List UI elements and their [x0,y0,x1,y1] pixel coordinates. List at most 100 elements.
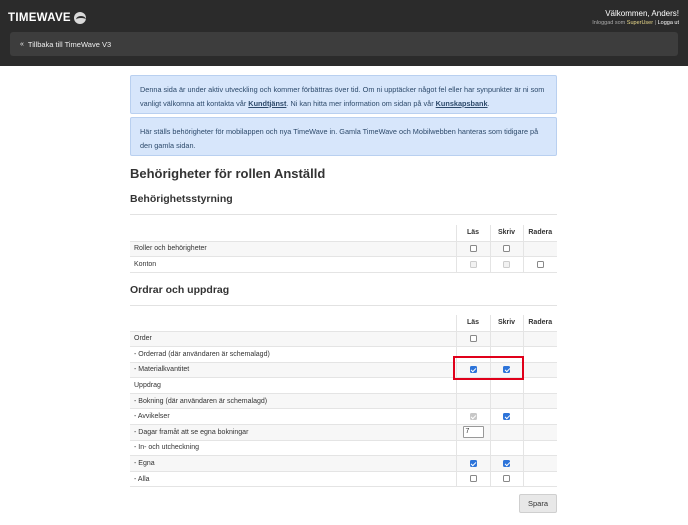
double-chevron-left-icon: « [20,40,24,48]
delete-checkbox[interactable] [536,260,544,268]
read-cell [455,377,490,394]
dev-notice-text-3: . [487,98,490,108]
read-checkbox[interactable] [469,459,477,467]
read-cell: 7 [455,424,490,441]
logged-in-prefix: Inloggad som [592,20,626,26]
permission-label: - Materialkvantitet [130,361,456,378]
permission-row: - Bokning (där användaren är schemalagd) [130,392,557,409]
permission-label: - Orderrad (där användaren är schemalagd… [130,346,456,363]
write-checkbox[interactable] [503,459,510,467]
permission-row: - Alla [130,470,557,488]
delete-column-header: Radera [522,225,557,241]
read-cell [455,330,490,347]
section-divider [130,305,557,306]
section-divider [130,214,557,215]
delete-cell [522,424,557,441]
read-checkbox [469,413,477,421]
write-cell [489,377,523,394]
delete-cell [522,392,557,409]
section-title-access-control: Behörighetsstyrning [130,193,233,205]
permission-row: - Egna [130,455,557,472]
delete-cell [522,439,557,456]
read-cell [455,240,490,257]
permission-label: - In- och utcheckning [130,439,456,456]
timewave-logo[interactable]: TIMEWAVE [8,10,86,26]
permission-label: - Dagar framåt att se egna bokningar [130,424,456,441]
save-button[interactable]: Spara [519,494,557,513]
delete-cell [522,240,557,257]
write-cell [489,439,523,456]
permission-row: Order [130,330,557,347]
info-notice: Här ställs behörigheter för mobilappen o… [130,117,557,156]
logo-text: TIMEWAVE [8,12,71,24]
permission-row: - Dagar framåt att se egna bokningar 7 [130,424,557,441]
read-column-header: Läs [455,315,490,331]
read-cell [455,256,490,273]
back-to-v3-link[interactable]: « Tillbaka till TimeWave V3 [10,32,678,56]
delete-column-header: Radera [522,315,557,331]
write-checkbox[interactable] [503,245,510,253]
permissions-table-access-control: Läs Skriv Radera Roller och behörigheter… [130,225,557,273]
logout-link[interactable]: Logga ut [658,20,679,26]
read-checkbox[interactable] [469,475,477,483]
read-checkbox[interactable] [469,245,477,253]
wave-logo-icon [73,12,86,24]
write-column-header: Skriv [489,315,523,331]
top-navigation-bar: TIMEWAVE Välkommen, Anders! Inloggad som… [0,0,688,66]
delete-cell [522,470,557,488]
knowledge-base-link[interactable]: Kunskapsbank [436,99,488,108]
days-ahead-input[interactable]: 7 [462,426,484,439]
separator: | [654,20,657,26]
delete-cell [522,455,557,472]
permission-label: - Bokning (där användaren är schemalagd) [130,392,456,409]
permission-row: Roller och behörigheter [130,240,557,257]
name-column-header [130,315,456,331]
permission-label: Roller och behörigheter [130,240,456,257]
write-checkbox[interactable] [503,413,510,421]
write-cell [489,408,523,425]
write-cell [489,256,523,273]
permission-label: Order [130,330,456,347]
logged-in-info: Inloggad som SuperUser | Logga ut [592,20,679,26]
permission-label: - Avvikelser [130,408,456,425]
page-title: Behörigheter för rollen Anställd [130,166,326,181]
read-checkbox[interactable] [469,335,477,343]
write-cell [489,392,523,409]
delete-cell [522,346,557,363]
read-cell [455,470,490,488]
permission-row: Konton [130,256,557,273]
read-cell [455,439,490,456]
permission-row: Uppdrag [130,377,557,394]
permission-label: - Egna [130,455,456,472]
read-cell [455,408,490,425]
delete-cell [522,408,557,425]
welcome-message: Välkommen, Anders! [605,9,679,18]
delete-cell [522,256,557,273]
info-notice-text: Här ställs behörigheter för mobilappen o… [140,127,539,150]
delete-cell [522,377,557,394]
write-cell [489,455,523,472]
permission-label: - Alla [130,470,456,488]
permission-label: Konton [130,256,456,273]
section-title-orders: Ordrar och uppdrag [130,284,230,296]
permission-label: Uppdrag [130,377,456,394]
write-cell [489,330,523,347]
permission-row: - Avvikelser [130,408,557,425]
logged-in-user: SuperUser [626,20,654,26]
permission-row: - In- och utcheckning [130,439,557,456]
write-column-header: Skriv [489,225,523,241]
dev-notice-text-2: . Ni kan hitta mer information om sidan … [286,98,436,108]
permissions-table-orders: Läs Skriv Radera Order - Orderrad (där an… [130,315,557,488]
write-cell [489,240,523,257]
delete-cell [522,330,557,347]
development-notice: Denna sida är under aktiv utveckling och… [130,75,557,114]
write-cell [489,470,523,488]
support-link[interactable]: Kundtjänst [248,99,286,108]
delete-cell [522,361,557,378]
read-cell [455,392,490,409]
name-column-header [130,225,456,241]
write-checkbox[interactable] [503,475,510,483]
read-column-header: Läs [455,225,490,241]
write-cell [489,424,523,441]
back-link-label: Tillbaka till TimeWave V3 [27,39,112,49]
